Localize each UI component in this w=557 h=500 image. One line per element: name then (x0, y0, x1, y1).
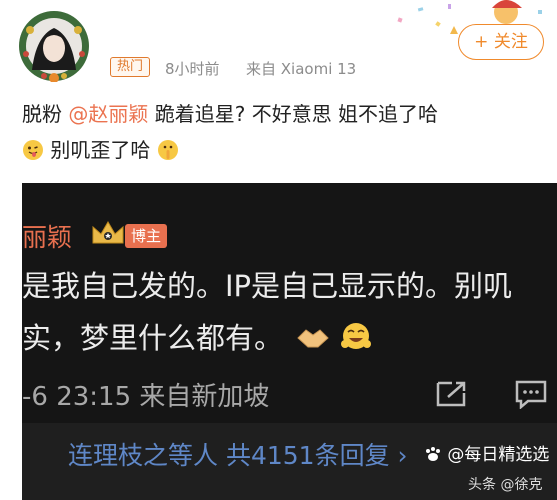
comment-icon[interactable] (514, 379, 548, 409)
screenshot-comment-line1: 是我自己发的。IP是自己显示的。别叽 (22, 269, 513, 303)
follow-button[interactable]: + 关注 (458, 24, 544, 60)
post-source: 来自 Xiaomi 13 (246, 60, 357, 78)
avatar-image (19, 11, 89, 83)
blogger-badge: 博主 (125, 224, 168, 248)
post-time: 8小时前 (165, 60, 220, 78)
paw-icon (426, 447, 440, 461)
post-text-line1: 跪着追星? 不好意思 姐不追了哈 (148, 102, 439, 126)
post-text: 脱粉 @赵丽颖 跪着追星? 不好意思 姐不追了哈 别叽歪了哈 (22, 96, 552, 168)
crown-icon (92, 221, 124, 244)
watermark-sub: 头条 @徐克 (468, 477, 543, 493)
laughing-face-emoji-icon (341, 323, 372, 349)
watermark: @每日精选选 (424, 440, 549, 465)
post-text-line2: 别叽歪了哈 (44, 138, 151, 162)
screenshot-username: 丽颖 (22, 223, 73, 252)
share-icon[interactable] (434, 379, 468, 409)
post-header: 热门 8小时前 来自 Xiaomi 13 + 关注 (0, 0, 557, 90)
shushing-face-emoji-icon (157, 136, 179, 160)
screenshot-comment-line2: 实，梦里什么都有。 (22, 315, 373, 357)
tongue-wink-emoji-icon (22, 136, 44, 160)
hot-badge: 热门 (110, 57, 151, 77)
screenshot-comment-text: 实，梦里什么都有。 (22, 321, 284, 355)
screenshot-comment-meta: -6 23:15 来自新加坡 (22, 382, 270, 412)
mention-link[interactable]: @赵丽颖 (68, 102, 148, 126)
avatar[interactable] (18, 10, 90, 83)
watermark-text: @每日精选选 (447, 445, 550, 465)
handshake-emoji-icon (297, 329, 329, 348)
post-prefix: 脱粉 (22, 102, 69, 126)
reply-summary-text[interactable]: 连理枝之等人 共4151条回复 › (68, 436, 408, 472)
